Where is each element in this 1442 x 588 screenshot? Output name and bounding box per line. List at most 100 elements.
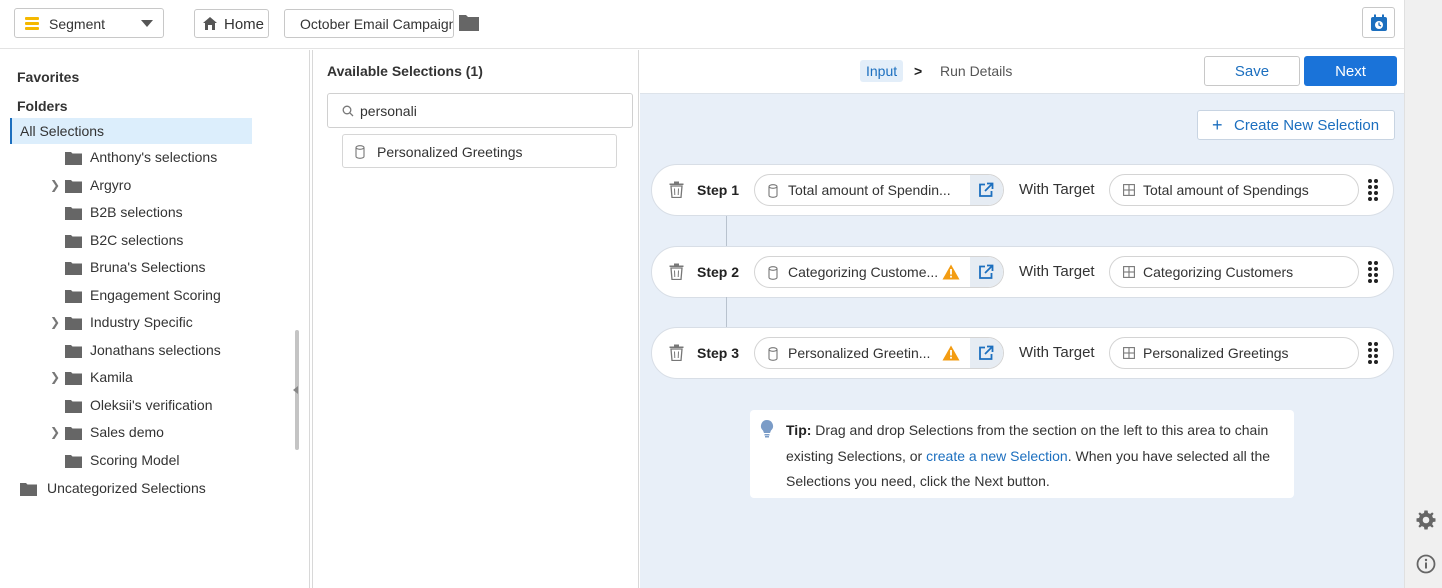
folder-icon (65, 427, 82, 440)
selection-result-label: Personalized Greetings (377, 144, 523, 160)
trash-icon[interactable] (669, 181, 684, 198)
trash-icon[interactable] (669, 344, 684, 361)
selection-result-item[interactable]: Personalized Greetings (342, 134, 617, 168)
external-link-icon (979, 345, 994, 360)
step-source-selection[interactable]: Categorizing Custome... (754, 256, 1004, 288)
folder-tree-item[interactable]: Engagement Scoring (0, 284, 290, 308)
folder-label: B2C selections (90, 231, 184, 248)
chevron-right-icon[interactable]: ❯ (50, 425, 60, 439)
database-icon (355, 145, 365, 159)
search-box[interactable] (327, 93, 633, 128)
folder-label: Industry Specific (90, 314, 193, 330)
folder-tree-item[interactable]: B2C selections (0, 229, 290, 253)
database-icon (768, 347, 778, 361)
step-label: Step 2 (697, 264, 740, 280)
step-card[interactable]: Step 2 Categorizing Custome... With Target… (651, 246, 1394, 298)
all-selections-item[interactable]: All Selections (10, 118, 252, 144)
breadcrumb-run-details[interactable]: Run Details (940, 63, 1012, 79)
step-source-name: Personalized Greetin... (788, 345, 931, 361)
folder-tree-item[interactable]: B2B selections (0, 201, 290, 225)
wizard-header: Input > Run Details Save Next (640, 50, 1404, 94)
uncategorized-label: Uncategorized Selections (47, 480, 206, 496)
database-icon (768, 184, 778, 198)
step-target-selection[interactable]: Categorizing Customers (1109, 256, 1359, 288)
step-card[interactable]: Step 1 Total amount of Spendin... With Tar… (651, 164, 1394, 216)
with-target-label: With Target (1019, 263, 1095, 280)
open-selection-button[interactable] (970, 257, 1003, 287)
schedule-button[interactable] (1362, 7, 1395, 38)
collapse-panel-arrow-icon[interactable] (293, 386, 298, 394)
external-link-icon (979, 182, 994, 197)
open-selection-button[interactable] (970, 175, 1003, 205)
campaign-name-field[interactable]: October Email Campaign (284, 9, 454, 38)
step-target-name: Categorizing Customers (1143, 264, 1294, 280)
step-target-selection[interactable]: Total amount of Spendings (1109, 174, 1359, 206)
folder-tree-item[interactable]: Scoring Model (0, 449, 290, 473)
favorites-heading[interactable]: Favorites (17, 69, 79, 85)
folder-icon (20, 483, 37, 496)
open-selection-button[interactable] (970, 338, 1003, 368)
folder-tree-item[interactable]: Jonathans selections (0, 339, 290, 363)
tip-text: Tip: Drag and drop Selections from the s… (786, 418, 1281, 495)
folders-heading[interactable]: Folders (17, 98, 68, 114)
save-button[interactable]: Save (1204, 56, 1300, 86)
external-link-icon (979, 264, 994, 279)
folder-tree-item[interactable]: Anthony's selections (0, 146, 290, 170)
folder-icon[interactable] (458, 13, 480, 32)
step-source-selection[interactable]: Personalized Greetin... (754, 337, 1004, 369)
campaign-name: October Email Campaign (300, 16, 454, 32)
chevron-right-icon[interactable]: ❯ (50, 178, 60, 192)
folder-icon (65, 179, 82, 193)
uncategorized-selections-item[interactable]: Uncategorized Selections (0, 477, 290, 501)
step-target-name: Personalized Greetings (1143, 345, 1289, 361)
folder-tree-item[interactable]: Oleksii's verification (0, 394, 290, 418)
drag-handle-icon[interactable] (1368, 261, 1378, 283)
create-new-selection-button[interactable]: + Create New Selection (1197, 110, 1395, 140)
plus-icon: + (1212, 115, 1223, 135)
gear-icon[interactable] (1416, 510, 1436, 530)
home-icon (203, 17, 217, 30)
step-source-selection[interactable]: Total amount of Spendin... (754, 174, 1004, 206)
available-selections-panel: Available Selections (1) Personalized Gr… (313, 50, 639, 588)
drag-handle-icon[interactable] (1368, 179, 1378, 201)
step-connector (726, 216, 727, 246)
caret-down-icon (141, 20, 153, 27)
create-new-selection-link[interactable]: create a new Selection (926, 448, 1068, 464)
folder-label: Anthony's selections (90, 149, 218, 165)
home-button[interactable]: Home (194, 9, 269, 38)
warning-icon (942, 264, 960, 280)
chevron-right-icon[interactable]: ❯ (50, 315, 60, 329)
chevron-right-icon[interactable]: ❯ (50, 370, 60, 384)
next-button[interactable]: Next (1304, 56, 1397, 86)
folder-tree-item[interactable]: ❯ Kamila (0, 366, 290, 390)
database-icon (768, 266, 778, 280)
step-target-selection[interactable]: Personalized Greetings (1109, 337, 1359, 369)
step-source-name: Categorizing Custome... (788, 264, 939, 280)
top-bar: Segment Home October Email Campaign (0, 0, 1404, 49)
step-source-name: Total amount of Spendin... (788, 182, 951, 198)
available-selections-title: Available Selections (1) (327, 63, 483, 79)
right-rail (1404, 0, 1442, 588)
trash-icon[interactable] (669, 263, 684, 280)
with-target-label: With Target (1019, 181, 1095, 198)
folder-icon (65, 317, 82, 330)
folder-icon (65, 399, 82, 413)
folder-icon (65, 289, 82, 303)
folder-tree-item[interactable]: ❯ Sales demo (0, 421, 290, 445)
all-selections-label: All Selections (20, 123, 105, 139)
folder-label: Bruna's Selections (90, 259, 206, 275)
search-input[interactable] (360, 101, 620, 121)
folder-tree-item[interactable]: ❯ Industry Specific (0, 311, 290, 335)
folder-tree-item[interactable]: Bruna's Selections (0, 256, 290, 280)
breadcrumb-input[interactable]: Input (860, 60, 904, 82)
table-icon (1123, 347, 1135, 359)
info-icon[interactable] (1416, 554, 1436, 574)
folders-panel: Favorites Folders All Selections Anthony… (0, 50, 310, 588)
step-card[interactable]: Step 3 Personalized Greetin... With Target… (651, 327, 1394, 379)
segment-dropdown[interactable]: Segment (14, 8, 164, 38)
table-icon (1123, 184, 1135, 196)
step-label: Step 3 (697, 345, 740, 361)
folder-label: Engagement Scoring (90, 286, 221, 303)
folder-tree-item[interactable]: ❯ Argyro (0, 174, 290, 198)
drag-handle-icon[interactable] (1368, 342, 1378, 364)
